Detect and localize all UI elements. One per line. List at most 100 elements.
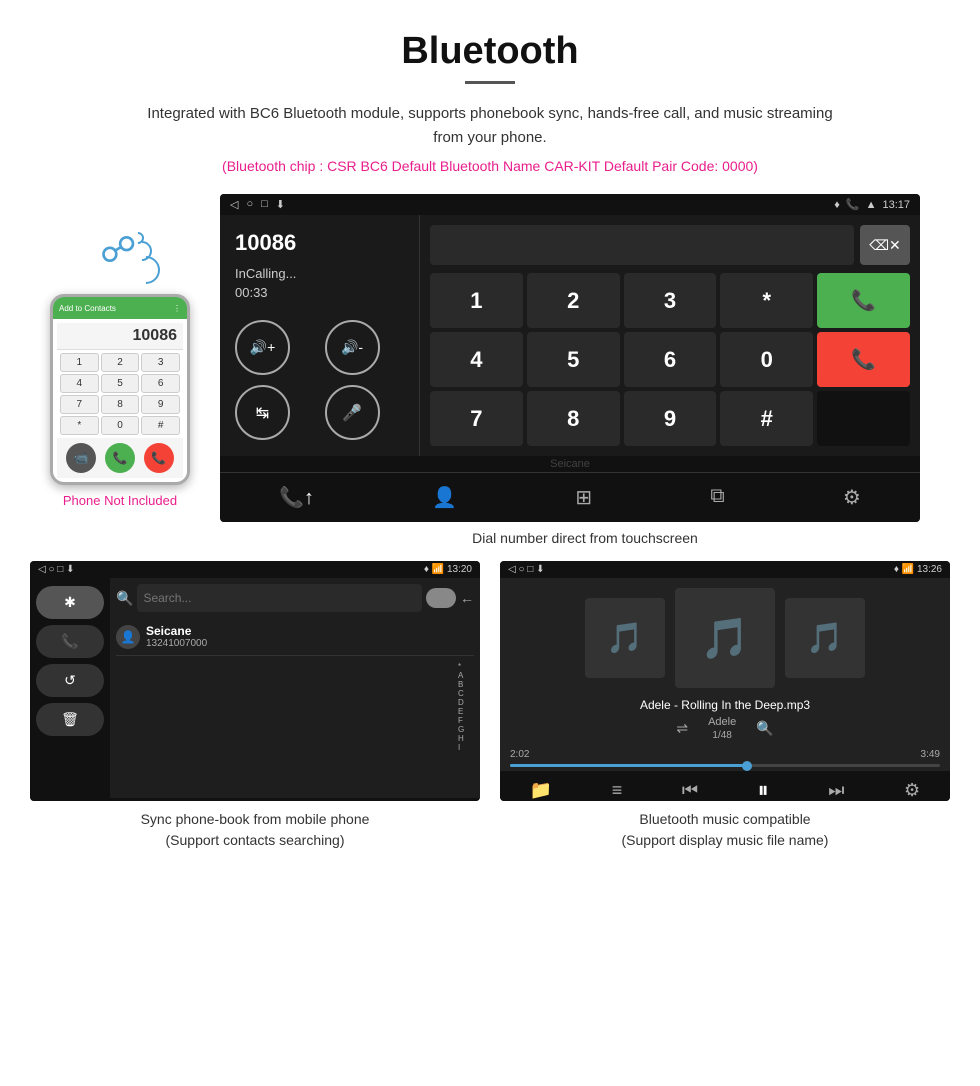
music-info: Adele - Rolling In the Deep.mp3 ⇌ Adele … — [500, 698, 950, 745]
caller-number: 10086 — [235, 230, 404, 256]
music-status-right: ♦ 📶 13:26 — [894, 564, 942, 575]
pb-delete-icon[interactable]: 🗑 — [36, 703, 104, 736]
key-1[interactable]: 1 — [60, 353, 99, 372]
grid-tab-icon[interactable]: ⊞ — [563, 481, 604, 514]
call-controls: 🔊+ 🔊- ↹ 🎤 — [235, 320, 404, 440]
settings-tab-icon[interactable]: ⚙ — [831, 481, 873, 514]
call-green-button[interactable]: 📞 — [817, 273, 910, 328]
time-total: 3:49 — [921, 749, 940, 760]
key-6[interactable]: 6 — [624, 332, 717, 387]
key-6[interactable]: 6 — [141, 374, 180, 393]
key-8[interactable]: 8 — [527, 391, 620, 446]
key-0[interactable]: 0 — [720, 332, 813, 387]
phone-end-icon[interactable]: 📞 — [144, 443, 174, 473]
phone-more-icon: ⋮ — [173, 304, 181, 313]
progress-times: 2:02 3:49 — [510, 749, 940, 760]
key-5[interactable]: 5 — [527, 332, 620, 387]
volume-up-button[interactable]: 🔊+ — [235, 320, 290, 375]
pb-toggle[interactable] — [426, 588, 456, 608]
key-8[interactable]: 8 — [101, 395, 140, 414]
music-prev-icon[interactable]: ⏮ — [682, 780, 698, 801]
phone-screen: 10086 1 2 3 4 5 6 7 8 9 * 0 # 📹 — [53, 319, 187, 482]
contact-info: Seicane 13241007000 — [146, 624, 207, 649]
phone-keypad: 1 2 3 4 5 6 7 8 9 * 0 # — [57, 350, 183, 438]
bottom-section: ◁ ○ □ ⬇ ♦ 📶 13:20 ✱ 📞 ↺ 🗑 🔍 — [0, 561, 980, 875]
key-hash[interactable]: # — [141, 416, 180, 435]
music-folder-icon[interactable]: 📁 — [530, 780, 552, 801]
pb-sync-icon[interactable]: ↺ — [36, 664, 104, 697]
pb-contact-item[interactable]: 👤 Seicane 13241007000 — [116, 618, 474, 656]
pb-screen-content: ✱ 📞 ↺ 🗑 🔍 ← 👤 Sei — [30, 578, 480, 798]
dialer-left-panel: 10086 InCalling... 00:33 🔊+ 🔊- ↹ 🎤 — [220, 215, 420, 456]
wave-large-icon — [126, 250, 166, 290]
key-blank — [817, 391, 910, 446]
music-screen: ◁ ○ □ ⬇ ♦ 📶 13:26 🎵 🎵 🎵 Adele - Rolling … — [500, 561, 950, 801]
music-count: 1/48 — [708, 730, 736, 741]
music-status-bar: ◁ ○ □ ⬇ ♦ 📶 13:26 — [500, 561, 950, 578]
backspace-button[interactable]: ⌫✕ — [860, 225, 910, 265]
nav-home-icon[interactable]: ○ — [246, 198, 253, 211]
number-input-row: ⌫✕ — [430, 225, 910, 265]
pb-back-arrow: ← — [460, 590, 474, 606]
key-hash[interactable]: # — [720, 391, 813, 446]
phone-app-label: Add to Contacts — [59, 304, 116, 313]
key-7[interactable]: 7 — [60, 395, 99, 414]
key-2[interactable]: 2 — [101, 353, 140, 372]
phone-call-icon[interactable]: 📞 — [105, 443, 135, 473]
music-caption: Bluetooth music compatible (Support disp… — [500, 801, 950, 855]
bt-sidebar-icon[interactable]: ✱ — [36, 586, 104, 619]
location-icon: ♦ — [834, 199, 840, 211]
transfer-button[interactable]: ↹ — [235, 385, 290, 440]
top-section: ☍ Add to Contacts ⋮ 10086 1 2 3 4 5 — [0, 184, 980, 561]
calls-tab-icon[interactable]: 📞↑ — [267, 481, 326, 514]
music-eq-icon[interactable]: ⚙ — [904, 780, 920, 801]
volume-down-button[interactable]: 🔊- — [325, 320, 380, 375]
car-status-bar: ◁ ○ □ ⬇ ♦ 📞 ▲ 13:17 — [220, 194, 920, 215]
key-star[interactable]: * — [720, 273, 813, 328]
pb-search-input[interactable] — [137, 584, 422, 612]
pb-sidebar: ✱ 📞 ↺ 🗑 — [30, 578, 110, 798]
call-timer: 00:33 — [235, 285, 404, 300]
call-red-button[interactable]: 📞 — [817, 332, 910, 387]
music-next-icon[interactable]: ⏭ — [828, 780, 844, 801]
key-0[interactable]: 0 — [101, 416, 140, 435]
pb-call-icon[interactable]: 📞 — [36, 625, 104, 658]
signal-waves — [132, 232, 160, 284]
music-search-icon[interactable]: 🔍 — [756, 720, 773, 737]
time-current: 2:02 — [510, 749, 529, 760]
phonebook-card: ◁ ○ □ ⬇ ♦ 📶 13:20 ✱ 📞 ↺ 🗑 🔍 — [30, 561, 480, 855]
music-artist: Adele — [708, 716, 736, 728]
phone-side: ☍ Add to Contacts ⋮ 10086 1 2 3 4 5 — [30, 194, 210, 508]
page-header: Bluetooth Integrated with BC6 Bluetooth … — [0, 0, 980, 184]
music-artist-count: Adele 1/48 — [708, 716, 736, 741]
number-field[interactable] — [430, 225, 854, 265]
wifi-icon: ▲ — [866, 199, 877, 211]
key-2[interactable]: 2 — [527, 273, 620, 328]
key-9[interactable]: 9 — [141, 395, 180, 414]
contacts-tab-icon[interactable]: 👤 — [420, 481, 469, 514]
key-4[interactable]: 4 — [430, 332, 523, 387]
key-9[interactable]: 9 — [624, 391, 717, 446]
dialer-right-panel: ⌫✕ 1 2 3 * 📞 4 5 6 0 📞 7 8 — [420, 215, 920, 456]
key-5[interactable]: 5 — [101, 374, 140, 393]
pb-main: 🔍 ← 👤 Seicane 13241007000 — [110, 578, 480, 798]
transfer-tab-icon[interactable]: ⧉ — [698, 481, 736, 514]
nav-recent-icon[interactable]: □ — [261, 198, 268, 211]
mic-button[interactable]: 🎤 — [325, 385, 380, 440]
music-play-icon[interactable]: ⏸ — [758, 777, 769, 801]
key-star[interactable]: * — [60, 416, 99, 435]
page-description: Integrated with BC6 Bluetooth module, su… — [140, 102, 840, 150]
contact-name: Seicane — [146, 624, 207, 638]
shuffle-icon[interactable]: ⇌ — [676, 720, 688, 737]
key-1[interactable]: 1 — [430, 273, 523, 328]
key-3[interactable]: 3 — [141, 353, 180, 372]
key-3[interactable]: 3 — [624, 273, 717, 328]
music-song-name: Adele - Rolling In the Deep.mp3 — [510, 698, 940, 712]
nav-back-icon[interactable]: ◁ — [230, 198, 238, 211]
alpha-sidebar: *ABCDEFGHI — [116, 660, 474, 752]
key-7[interactable]: 7 — [430, 391, 523, 446]
pb-search-row: 🔍 ← — [116, 584, 474, 612]
music-list-icon[interactable]: ≡ — [612, 780, 623, 801]
key-4[interactable]: 4 — [60, 374, 99, 393]
progress-bar[interactable] — [510, 764, 940, 767]
